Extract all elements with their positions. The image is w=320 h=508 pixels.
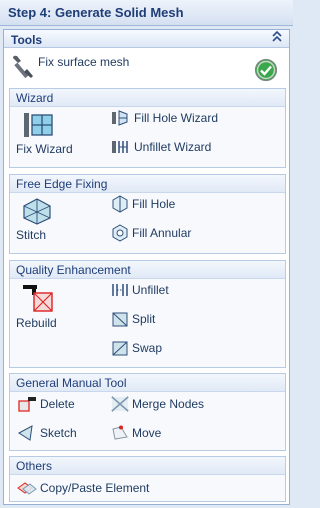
move-button[interactable]: Move [110,424,161,442]
fill-annular-icon [112,224,128,242]
quality-enhancement-group-title: Quality Enhancement [10,261,285,279]
unfillet-wizard-icon [112,141,128,153]
window-title: Step 4: Generate Solid Mesh [8,5,184,20]
copy-paste-element-button[interactable]: Copy/Paste Element [16,479,149,497]
sketch-label: Sketch [40,426,77,440]
fix-wizard-icon [24,113,53,137]
stitch-button[interactable]: Stitch [16,197,54,242]
unfillet-button[interactable]: Unfillet [110,281,169,299]
tools-panel: Tools Fix surface mesh Wizard Fix Wizard… [3,29,290,505]
split-button[interactable]: Split [110,310,155,328]
tools-header[interactable]: Tools [4,30,289,48]
others-group-title: Others [10,457,285,475]
fill-hole-button[interactable]: Fill Hole [110,195,175,213]
unfillet-wizard-label: Unfillet Wizard [134,140,212,154]
others-group: Others Copy/Paste Element [9,456,286,502]
quality-enhancement-group: Quality Enhancement Rebuild Unfillet Spl… [9,260,286,368]
swap-button[interactable]: Swap [110,339,162,357]
wrench-icon [13,55,33,79]
swap-icon [112,341,128,356]
fill-hole-icon [112,195,128,213]
free-edge-fixing-group-title: Free Edge Fixing [10,175,285,193]
fix-wizard-label: Fix Wizard [16,142,73,156]
wizard-group-title: Wizard [10,89,285,107]
double-chevron-up-icon[interactable] [271,30,283,46]
rebuild-button[interactable]: Rebuild [16,283,57,330]
delete-button[interactable]: Delete [16,395,75,413]
merge-nodes-icon [111,396,129,412]
fill-hole-wizard-button[interactable]: Fill Hole Wizard [110,109,218,127]
fill-annular-button[interactable]: Fill Annular [110,224,191,242]
unfillet-label: Unfillet [132,283,169,297]
fix-surface-mesh-tool[interactable]: Fix surface mesh [10,52,284,88]
move-icon [112,425,128,440]
green-check-icon [254,58,278,82]
wizard-group: Wizard Fix Wizard Fill Hole Wizard Unfil… [9,88,286,168]
unfillet-wizard-button[interactable]: Unfillet Wizard [110,138,211,156]
tools-header-label: Tools [11,33,43,47]
swap-label: Swap [132,341,163,355]
rebuild-label: Rebuild [16,316,57,330]
split-label: Split [132,312,156,326]
fill-hole-label: Fill Hole [132,197,176,211]
delete-icon [18,397,36,412]
fix-surface-mesh-label: Fix surface mesh [38,55,130,69]
general-manual-tool-group-title: General Manual Tool [10,374,285,392]
fix-wizard-button[interactable]: Fix Wizard [16,111,73,156]
unfillet-icon [112,284,128,296]
copy-paste-element-label: Copy/Paste Element [40,481,150,495]
split-icon [112,312,128,327]
stitch-icon [23,198,51,225]
fill-hole-wizard-label: Fill Hole Wizard [134,111,219,125]
fill-annular-label: Fill Annular [132,226,192,240]
stitch-label: Stitch [16,228,47,242]
copy-paste-element-icon [17,482,37,495]
free-edge-fixing-group: Free Edge Fixing Stitch Fill Hole Fill A… [9,174,286,254]
general-manual-tool-group: General Manual Tool Delete Merge Nodes S… [9,373,286,451]
merge-nodes-label: Merge Nodes [132,397,205,411]
move-label: Move [132,426,162,440]
fill-hole-wizard-icon [112,110,128,126]
sketch-icon [18,425,33,441]
merge-nodes-button[interactable]: Merge Nodes [110,395,204,413]
delete-label: Delete [40,397,75,411]
window-title-bar: Step 4: Generate Solid Mesh [0,0,293,26]
rebuild-icon [23,285,53,312]
sketch-button[interactable]: Sketch [16,424,77,442]
